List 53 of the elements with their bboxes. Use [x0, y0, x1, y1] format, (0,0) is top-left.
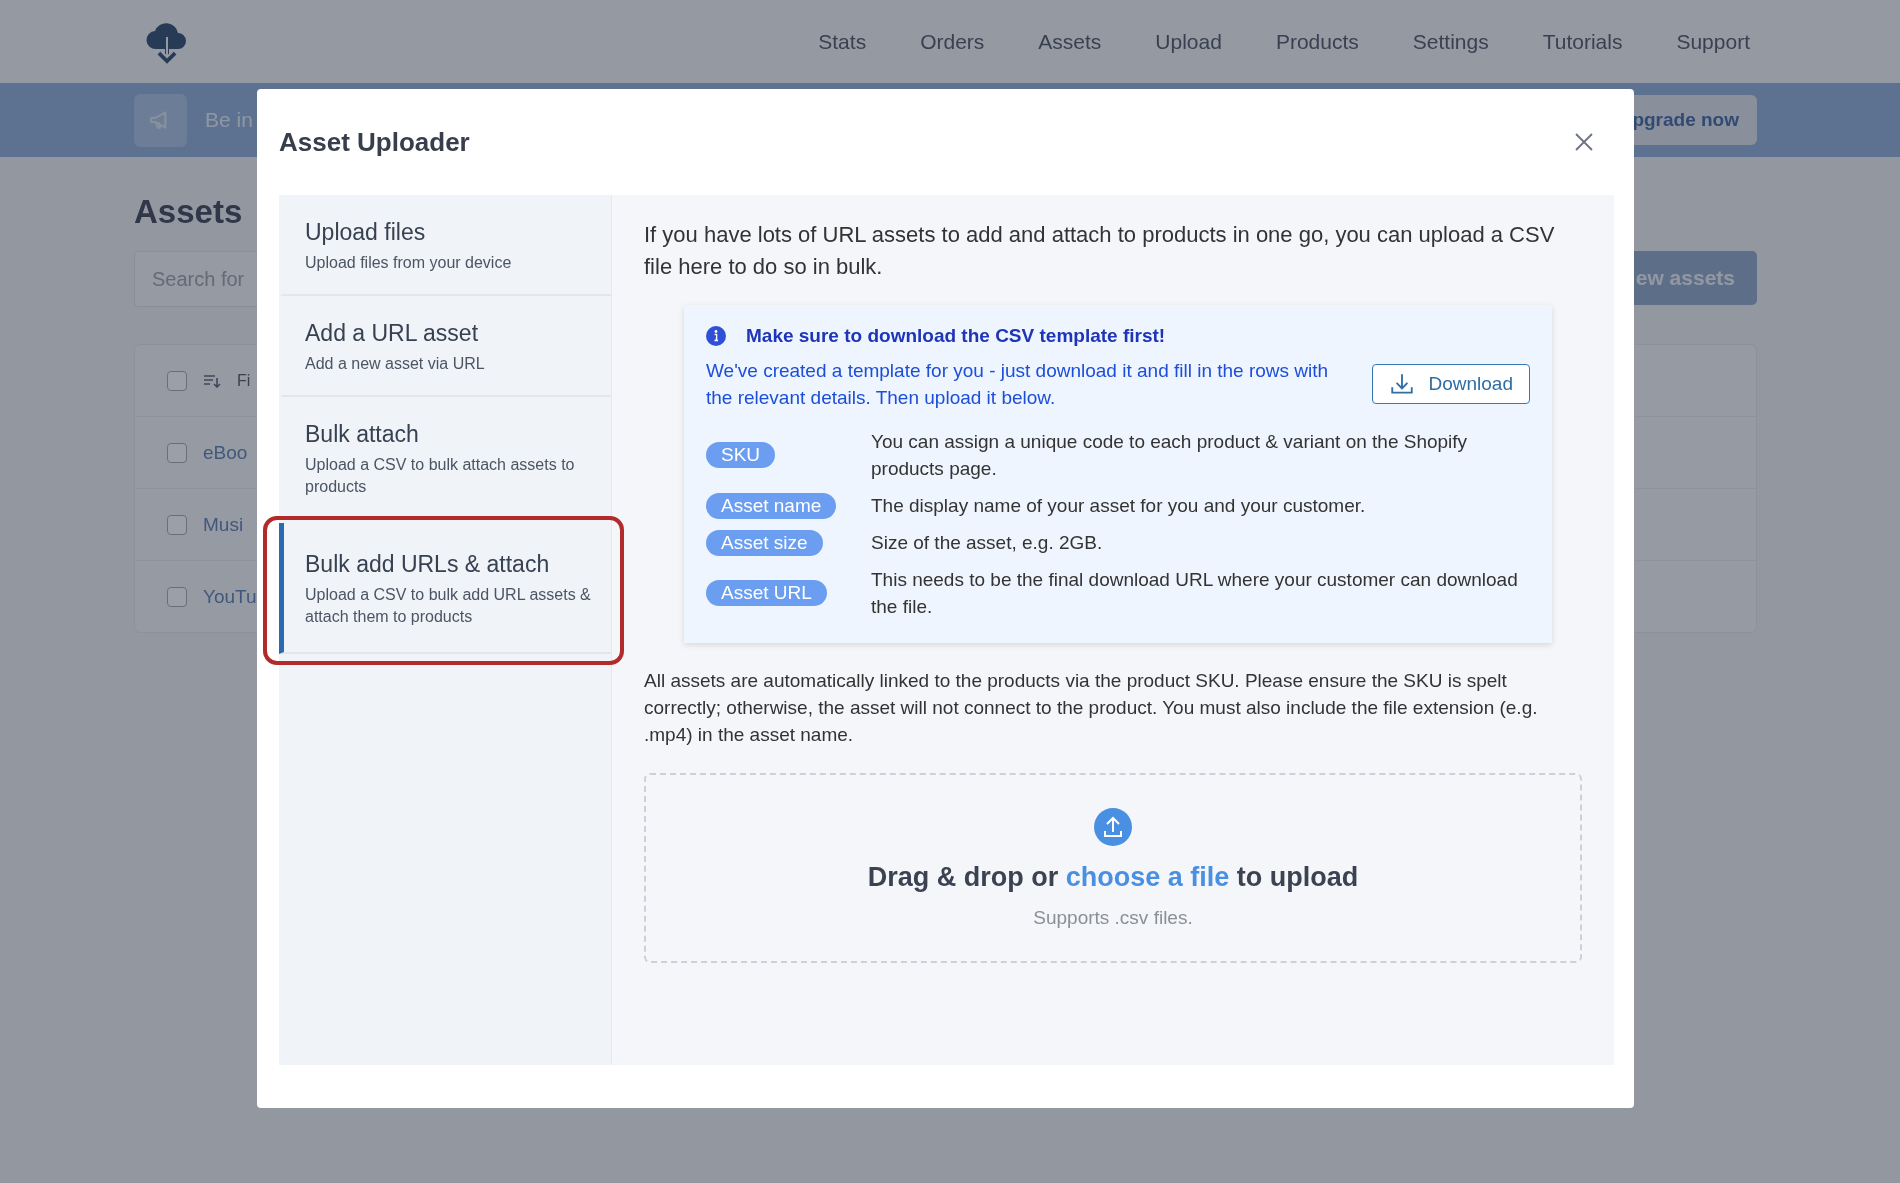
column-header[interactable]: Fi	[237, 371, 251, 390]
nav-link[interactable]: Stats	[818, 29, 867, 54]
sidebar-tab[interactable]: Bulk attach Upload a CSV to bulk attach assets to products	[279, 397, 611, 520]
row-checkbox[interactable]	[167, 514, 187, 535]
nav-link[interactable]: Upload	[1155, 29, 1222, 54]
row-checkbox[interactable]	[167, 370, 187, 391]
megaphone-icon	[134, 93, 187, 147]
nav-link[interactable]: Settings	[1412, 29, 1489, 54]
download-button[interactable]: Download	[1371, 364, 1530, 404]
field-tag: Asset URL	[706, 580, 827, 606]
tab-subtitle: Upload a CSV to bulk add URL assets & attach them to products	[305, 585, 591, 627]
asset-name: YouTu	[203, 585, 257, 608]
asset-name: eBoo	[203, 441, 248, 464]
info-heading: Make sure to download the CSV template first!	[746, 325, 1166, 347]
field-tag: SKU	[706, 442, 776, 468]
row-checkbox[interactable]	[167, 442, 187, 463]
drop-hint: Supports .csv files.	[1033, 906, 1193, 929]
close-icon[interactable]	[1574, 132, 1594, 152]
sort-icon[interactable]	[203, 373, 221, 388]
asset-name: Musi	[203, 513, 244, 536]
choose-file-link[interactable]: choose a file	[1065, 861, 1230, 892]
field-description: The display name of your asset for you and your customer.	[871, 494, 1366, 518]
page-title: Assets	[134, 193, 243, 231]
sidebar-tab[interactable]: Add a URL asset Add a new asset via URL	[279, 296, 611, 397]
info-icon	[706, 326, 726, 346]
field-tag: Asset size	[706, 529, 823, 556]
field-description: You can assign a unique code to each product & variant on the Shopify products page.	[871, 430, 1469, 481]
intro-text: If you have lots of URL assets to add and attach to products in one go, you can upload a CSV file here to do so in bulk.	[644, 221, 1556, 281]
field-description: Size of the asset, e.g. 2GB.	[871, 531, 1103, 555]
tab-title: Bulk add URLs & attach	[305, 551, 551, 578]
nav-link[interactable]: Products	[1275, 29, 1359, 54]
modal-title: Asset Uploader	[279, 126, 470, 158]
upload-icon	[1094, 807, 1132, 846]
tab-title: Bulk attach	[305, 421, 420, 448]
drop-zone[interactable]: Drag & drop or choose a file to upload Supports .csv files.	[644, 773, 1582, 963]
tab-title: Add a URL asset	[305, 320, 480, 347]
tab-subtitle: Add a new asset via URL	[305, 354, 486, 374]
nav-link[interactable]: Support	[1676, 29, 1750, 54]
nav-link[interactable]: Assets	[1038, 29, 1102, 54]
download-icon	[1388, 371, 1415, 397]
drop-instruction: Drag & drop or choose a file to upload	[867, 861, 1359, 893]
note-text: All assets are automatically linked to the products via the product SKU. Please ensure the SKU is spelt correctly; otherwise, the asset will not connect to the product. You must also include the file extension (e.g. .mp4) in the asset name.	[644, 669, 1539, 747]
nav-link[interactable]: Tutorials	[1542, 29, 1623, 54]
field-description: This needs to be the final download URL where your customer can download the file.	[871, 568, 1519, 619]
tab-subtitle: Upload a CSV to bulk attach assets to products	[305, 455, 576, 497]
tab-subtitle: Upload files from your device	[305, 253, 513, 273]
field-tag: Asset name	[706, 492, 837, 519]
sidebar-tab[interactable]: Bulk add URLs & attach Upload a CSV to bulk add URL assets & attach them to products	[279, 523, 611, 654]
nav-link[interactable]: Orders	[920, 29, 985, 54]
info-text: We've created a template for you - just download it and fill in the rows with the relevant details. Then upload it below.	[706, 359, 1330, 410]
row-checkbox[interactable]	[167, 586, 187, 607]
sidebar-tab[interactable]: Upload files Upload files from your device	[279, 195, 611, 296]
tab-title: Upload files	[305, 219, 427, 246]
